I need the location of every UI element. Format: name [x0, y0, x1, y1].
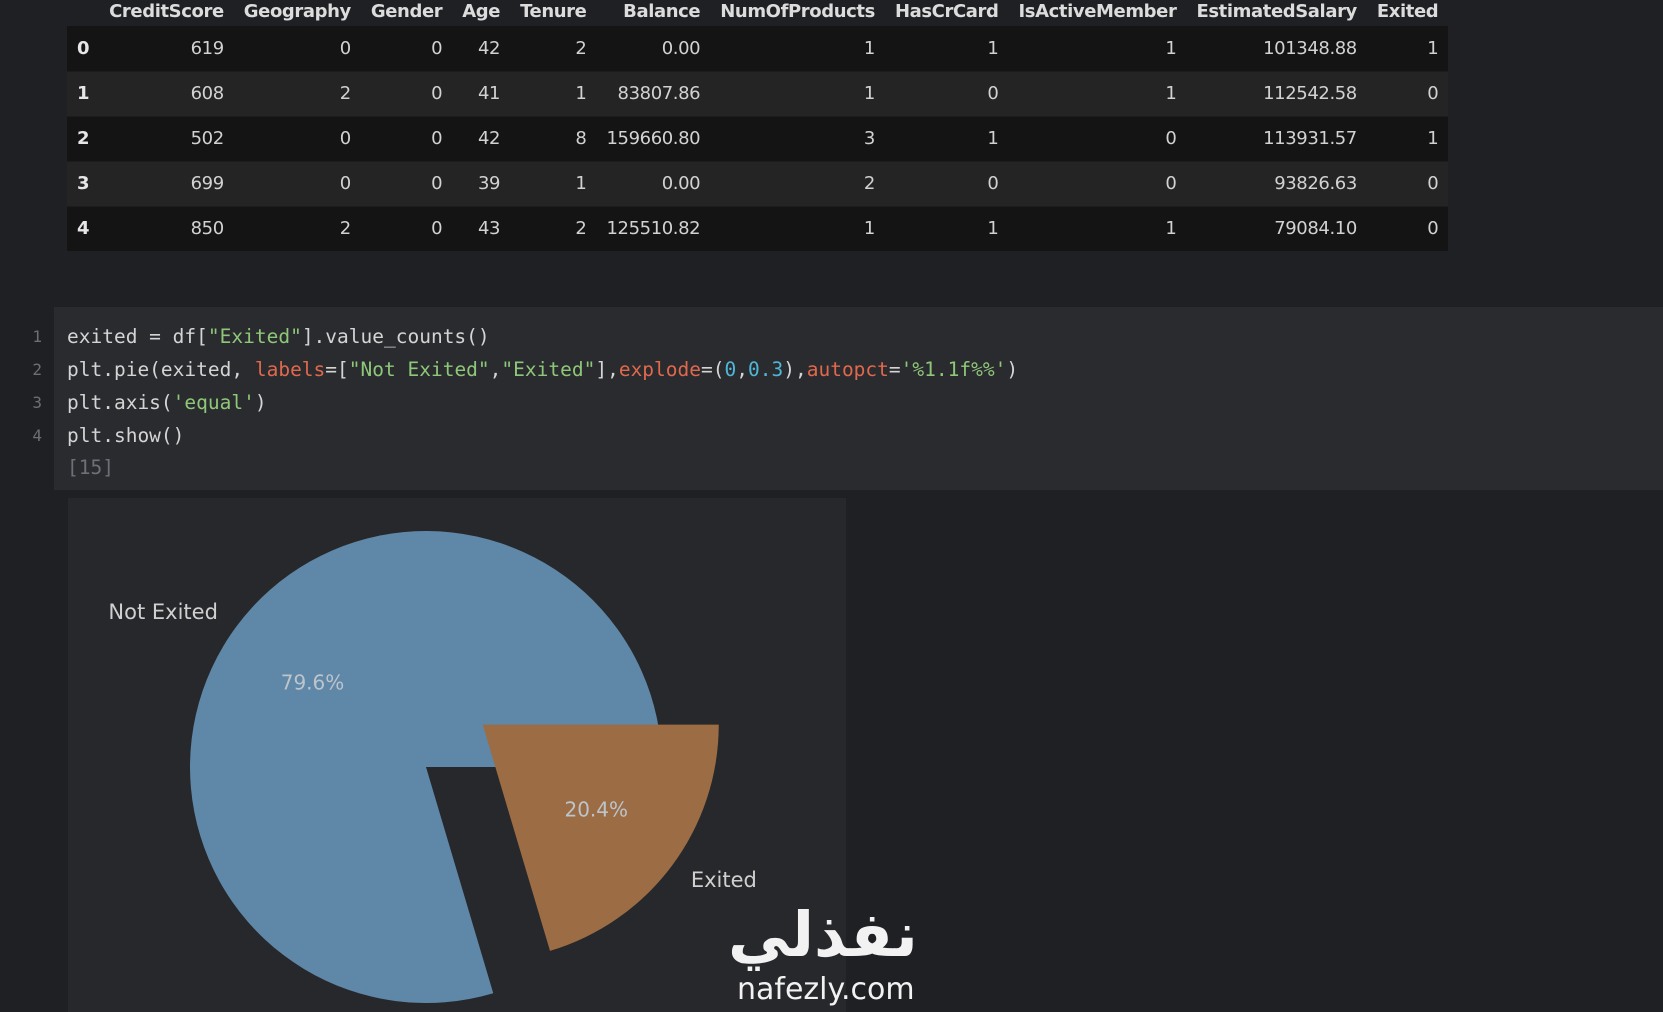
watermark-logo-url: nafezly.com: [737, 972, 915, 1007]
pie-category-label-exited: Exited: [691, 868, 757, 892]
pie-percent-label-exited: 20.4%: [564, 797, 628, 821]
notebook-view: CreditScore Geography Gender Age Tenure Balan…: [0, 0, 1663, 1012]
pie-percent-label-not-exited: 79.6%: [281, 670, 345, 694]
pie-chart: 79.6% Not Exited 20.4% Exited: [108, 530, 757, 1003]
pie-category-label-not-exited: Not Exited: [108, 600, 217, 624]
watermark-logo-arabic: نفذلي: [728, 898, 918, 971]
pie-slice-exited: [482, 724, 719, 951]
